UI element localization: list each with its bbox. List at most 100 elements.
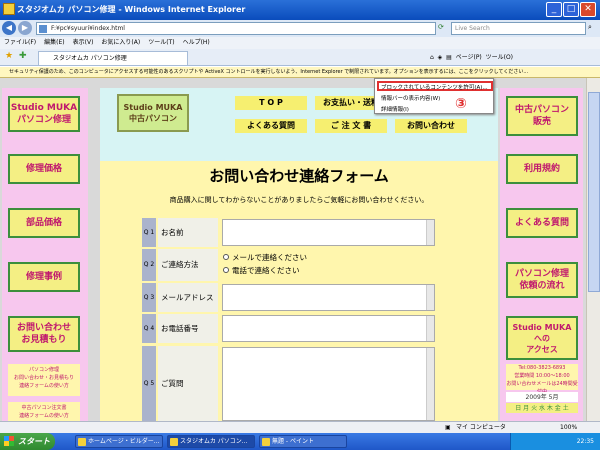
q1-number: Q 1 [142,218,156,247]
taskbar: スタート ホームページ・ビルダー... スタジオムカ パソコン... 無題 - … [0,433,600,450]
windows-logo-icon [4,436,14,446]
menu-bar: ファイル(F) 編集(E) 表示(V) お気に入り(A) ツール(T) ヘルプ(H) [0,37,600,49]
feeds-icon[interactable]: ◈ [438,54,443,61]
email-input[interactable] [222,284,435,311]
nav-repair-price[interactable]: 修理価格 [8,154,80,184]
form-intro: 商品購入に関してわからないことがありましたらご気軽にお問い合わせください。 [169,196,429,204]
home-icon[interactable]: ⌂ [430,54,434,61]
app-icon [78,438,86,446]
ie-icon [3,3,15,15]
nav-faq[interactable]: よくある質問 [235,119,307,133]
calendar-weekdays: 日 月 火 水 木 金 土 [506,403,578,413]
information-bar[interactable]: セキュリティ保護のため、このコンピュータにアクセスする可能性のあるスクリプトや … [0,67,600,78]
task-ie-studio-muka[interactable]: スタジオムカ パソコン... [167,435,255,448]
nav-faq-side[interactable]: よくある質問 [506,208,578,238]
menu-infobar-help[interactable]: 情報バーの表示内容(W) [381,94,440,102]
menu-help[interactable]: ヘルプ(H) [183,39,210,46]
nav-parts-price[interactable]: 部品価格 [8,208,80,238]
page-viewport: Studio MUKA パソコン修理 修理価格 部品価格 修理事例 お問い合わせお… [0,78,600,421]
nav-repair-cases[interactable]: 修理事例 [8,262,80,292]
contact-info: Tel:080-3823-6893 営業時間 10:00〜18:00 お問い合わ… [506,364,578,395]
menu-favorites[interactable]: お気に入り(A) [101,39,140,46]
page-scrollbar[interactable] [586,78,600,421]
page-menu[interactable]: ページ(P) [456,54,482,61]
question-textarea[interactable] [222,347,435,421]
nav-contact[interactable]: お問い合わせ [395,119,467,133]
print-icon[interactable]: ▤ [446,54,452,61]
nav-used-pc-sales[interactable]: 中古パソコン 販売 [506,96,578,136]
question-textarea-scrollbar[interactable] [426,348,434,420]
menu-edit[interactable]: 編集(E) [44,39,64,46]
menu-file[interactable]: ファイル(F) [4,39,36,46]
name-input[interactable] [222,219,435,246]
radio-button[interactable] [223,254,229,260]
task-paint[interactable]: 無題 - ペイント [259,435,347,448]
menu-tools[interactable]: ツール(T) [148,39,174,46]
task-homepage-builder[interactable]: ホームページ・ビルダー... [75,435,163,448]
q3-label: メールアドレス [158,283,218,312]
close-button[interactable]: ✕ [580,2,596,17]
back-button[interactable]: ◀ [2,21,16,35]
radio-contact-phone[interactable]: 電話で連絡ください [223,265,300,276]
favorites-star-icon[interactable]: ★ [5,51,13,61]
left-column: Studio MUKA パソコン修理 修理価格 部品価格 修理事例 お問い合わせお… [2,88,88,421]
command-bar: ⌂ ◈ ▤ ページ(P) ツール(O) [430,52,513,61]
search-input[interactable]: Live Search [451,22,586,35]
app-icon [262,438,270,446]
title-bar: スタジオムカ パソコン修理 - Windows Internet Explore… [0,0,600,20]
refresh-icon[interactable]: ⟳ [438,23,444,31]
q4-number: Q 4 [142,314,156,343]
address-bar: ◀ ▶ F:¥pc¥syuuri¥index.html ⟳ Live Searc… [0,20,600,37]
radio-contact-email[interactable]: メールで連絡ください [223,252,307,263]
calendar-month: 2009年 5月 [506,392,578,402]
q2-label: ご連絡方法 [158,249,218,281]
start-button[interactable]: スタート [0,433,55,450]
q4-label: お電話番号 [158,314,218,343]
maximize-button[interactable]: □ [563,2,579,17]
system-tray: 22:35 [510,433,600,450]
infobar-context-menu: ブロックされているコンテンツを許可(A)... 情報バーの表示内容(W) 詳細情… [374,78,494,114]
forward-button[interactable]: ▶ [18,21,32,35]
page-icon [39,25,47,33]
q5-number: Q 5 [142,346,156,421]
q1-label: お名前 [158,218,218,247]
menu-more-info[interactable]: 詳細情報(I) [381,105,409,113]
minimize-button[interactable]: _ [546,2,562,17]
app-icon [170,438,178,446]
url-text: F:¥pc¥syuuri¥index.html [51,25,125,32]
nav-studio-muka-repair[interactable]: Studio MUKA パソコン修理 [8,96,80,132]
url-input[interactable]: F:¥pc¥syuuri¥index.html [36,22,436,35]
nav-order-form[interactable]: ご 注 文 書 [315,119,387,133]
radio-button[interactable] [223,267,229,273]
form-title: お問い合わせ連絡フォーム [209,167,389,185]
link-repair-form-guide[interactable]: パソコン修理 お問い合わせ・お見積もり 連絡フォームの使い方 [8,364,80,396]
site-logo[interactable]: Studio MUKA 中古パソコン [117,94,189,132]
infobar-text: セキュリティ保護のため、このコンピュータにアクセスする可能性のあるスクリプトや … [9,69,529,75]
nav-repair-flow[interactable]: パソコン修理 依頼の流れ [506,262,578,298]
step-marker: ③ [455,96,467,112]
tools-menu[interactable]: ツール(O) [486,54,513,61]
nav-inquiry-estimate[interactable]: お問い合わせ お見積もり [8,316,80,352]
status-bar: ▣ マイ コンピュータ 100% [0,421,600,433]
email-input-scrollbar[interactable] [426,285,434,310]
q3-number: Q 3 [142,283,156,312]
phone-input-scrollbar[interactable] [426,316,434,341]
clock: 22:35 [576,438,594,445]
contact-form: お問い合わせ連絡フォーム 商品購入に関してわからないことがありましたらご気軽にお… [100,161,498,421]
menu-allow-blocked-content[interactable]: ブロックされているコンテンツを許可(A)... [381,83,488,91]
q5-label: ご質問 [158,346,218,421]
tab-bar: ★ ✚ スタジオムカ パソコン修理 ⌂ ◈ ▤ ページ(P) ツール(O) [0,49,600,66]
window-title: スタジオムカ パソコン修理 - Windows Internet Explore… [17,5,246,14]
phone-input[interactable] [222,315,435,342]
add-favorite-icon[interactable]: ✚ [19,51,27,61]
link-order-form-guide[interactable]: 中古パソコン注文書 連絡フォームの使い方 [8,402,80,421]
search-icon[interactable]: ⌕ [588,23,592,32]
scrollbar-thumb[interactable] [588,92,600,292]
menu-view[interactable]: 表示(V) [73,39,94,46]
nav-access[interactable]: Studio MUKA への アクセス [506,316,578,360]
right-column: 中古パソコン 販売 利用規約 よくある質問 パソコン修理 依頼の流れ Studio … [500,88,583,421]
tab-current[interactable]: スタジオムカ パソコン修理 [38,51,188,65]
nav-terms[interactable]: 利用規約 [506,154,578,184]
nav-top[interactable]: T O P [235,96,307,110]
name-input-scrollbar[interactable] [426,220,434,245]
